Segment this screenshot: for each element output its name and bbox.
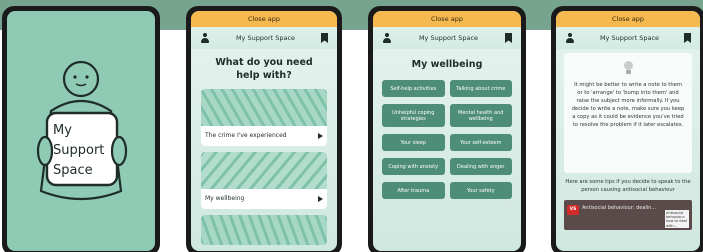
- self-help-button[interactable]: Self-help activities: [382, 80, 445, 97]
- card-partial[interactable]: [201, 214, 327, 245]
- tips-intro: Here are some tips if you decide to spea…: [565, 179, 691, 193]
- phone-wellbeing: Close app My Support Space My wellbeing …: [368, 6, 526, 252]
- card-label-bar: The crime I've experienced: [201, 125, 327, 146]
- tip-body: It might be better to write a note to th…: [571, 82, 685, 129]
- help-screen: Close app My Support Space What do you n…: [191, 11, 337, 251]
- your-sleep-button[interactable]: Your sleep: [382, 134, 445, 151]
- card-label-bar: My wellbeing: [201, 188, 327, 209]
- play-arrow-icon: [318, 195, 323, 202]
- mascot-illustration: My Support Space: [36, 60, 128, 201]
- wellbeing-heading: My wellbeing: [411, 59, 483, 70]
- mascot-arm-left: [36, 135, 54, 167]
- card-crime[interactable]: The crime I've experienced: [201, 88, 327, 146]
- bookmark-icon[interactable]: [321, 33, 328, 43]
- mental-health-button[interactable]: Mental health and wellbeing: [449, 104, 512, 127]
- logo-text-space: Space: [53, 163, 93, 178]
- bookmark-icon[interactable]: [684, 33, 691, 43]
- phone-tip: Close app My Support Space It might be b…: [551, 6, 703, 252]
- your-safety-button[interactable]: Your safety: [449, 182, 512, 199]
- logo-text-support: Support: [53, 143, 104, 158]
- app-bar: My Support Space: [373, 27, 521, 49]
- phone-splash: My Support Space: [2, 6, 160, 252]
- wellbeing-screen: Close app My Support Space My wellbeing …: [373, 11, 521, 251]
- help-heading: What do you need help with?: [215, 57, 313, 81]
- mascot-eye-left: [73, 75, 77, 79]
- after-trauma-button[interactable]: After trauma: [382, 182, 445, 199]
- dealing-anger-button[interactable]: Dealing with anger: [449, 158, 512, 175]
- video-channel-badge: VS: [567, 204, 579, 215]
- bookmark-icon[interactable]: [505, 33, 512, 43]
- video-side-panel: Antisocial behaviour: how to deal with..…: [665, 209, 689, 228]
- card-crime-label: The crime I've experienced: [205, 132, 287, 140]
- tip-card: It might be better to write a note to th…: [564, 53, 692, 173]
- self-esteem-button[interactable]: Your self-esteem: [449, 134, 512, 151]
- unhelpful-coping-button[interactable]: Unhelpful coping strategies: [382, 104, 445, 127]
- close-app-button[interactable]: Close app: [373, 11, 521, 27]
- app-bar: My Support Space: [191, 27, 337, 49]
- wellbeing-button-grid: Self-help activities Talking about crime…: [373, 80, 521, 199]
- app-title: My Support Space: [599, 34, 660, 42]
- video-title: Antisocial behaviour: dealin...: [582, 204, 657, 211]
- talking-about-crime-button[interactable]: Talking about crime: [449, 80, 512, 97]
- card-wellbeing[interactable]: My wellbeing: [201, 151, 327, 209]
- mascot-eye-right: [85, 75, 89, 79]
- app-title: My Support Space: [418, 34, 479, 42]
- app-bar: My Support Space: [556, 27, 700, 49]
- profile-icon[interactable]: [200, 33, 210, 43]
- app-title: My Support Space: [235, 34, 296, 42]
- coping-anxiety-button[interactable]: Coping with anxiety: [382, 158, 445, 175]
- close-app-button[interactable]: Close app: [191, 11, 337, 27]
- lightbulb-icon: [621, 61, 635, 75]
- video-player[interactable]: VS Antisocial behaviour: dealin... Antis…: [564, 199, 692, 230]
- card-wellbeing-label: My wellbeing: [205, 195, 245, 203]
- close-app-button[interactable]: Close app: [556, 11, 700, 27]
- tip-screen: Close app My Support Space It might be b…: [556, 11, 700, 251]
- splash-screen: My Support Space: [7, 11, 155, 251]
- logo-text-my: My: [53, 123, 72, 138]
- phone-help: Close app My Support Space What do you n…: [186, 6, 342, 252]
- profile-icon[interactable]: [382, 33, 392, 43]
- profile-icon[interactable]: [565, 33, 575, 43]
- mascot-arm-right: [110, 135, 128, 167]
- mascot-head: [62, 60, 100, 98]
- play-arrow-icon: [318, 132, 323, 139]
